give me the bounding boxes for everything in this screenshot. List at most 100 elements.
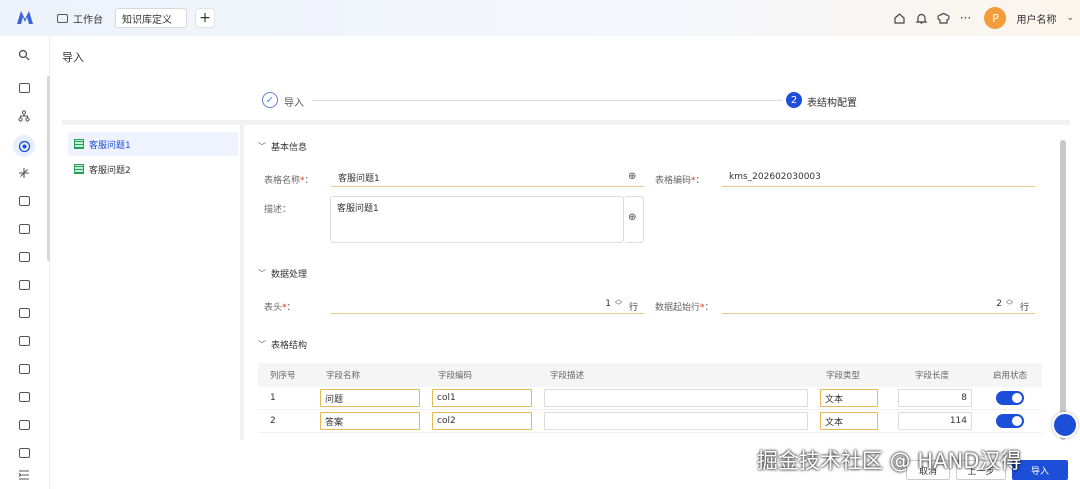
watermark: 掘金技术社区 @ HAND汉得 — [757, 449, 1022, 473]
start-row-label: 数据起始行*： — [655, 303, 714, 313]
chevron-down-icon[interactable]: ⌄ — [1066, 13, 1074, 23]
col-header: 字段名称 — [326, 371, 361, 381]
chevron-down-icon: ﹀ — [258, 269, 266, 278]
field-length-input[interactable]: 114 — [898, 412, 972, 430]
field-length-input[interactable]: 8 — [898, 389, 972, 407]
bell-icon[interactable] — [914, 11, 928, 25]
page-title: 导入 — [62, 51, 84, 64]
step-import-label: 导入 — [284, 98, 304, 109]
start-row-unit: 行 — [1020, 303, 1030, 313]
sheet-item[interactable]: 客服问题2 — [68, 157, 238, 181]
home-icon[interactable] — [892, 11, 906, 25]
row-index: 1 — [270, 393, 276, 403]
stepper-arrows-icon[interactable]: ︿ ﹀ — [1006, 296, 1013, 310]
section-structure-toggle[interactable]: ﹀ 表格结构 — [258, 338, 307, 351]
message-icon[interactable] — [17, 390, 31, 404]
header-row-unit: 行 — [629, 303, 639, 313]
desc-value: 客服问题1 — [337, 204, 379, 214]
chevron-down-icon: ﹀ — [258, 142, 266, 151]
table-row: 1 问题 col1 文本 8 — [258, 387, 1042, 410]
field-name-input[interactable]: 答案 — [320, 412, 420, 430]
assistant-float-button[interactable] — [1052, 412, 1078, 438]
header-row-label: 表头*： — [264, 303, 296, 313]
enabled-toggle[interactable] — [996, 414, 1024, 428]
table-code-field[interactable]: kms_202602030003 — [722, 168, 1035, 187]
collapse-menu-icon[interactable] — [17, 468, 31, 482]
col-header: 字段描述 — [550, 371, 585, 381]
search-icon[interactable] — [17, 48, 31, 62]
globe-icon[interactable]: ⊕ — [628, 212, 636, 223]
image-icon[interactable] — [17, 446, 31, 460]
monitor-icon — [57, 13, 68, 23]
knowledge-icon[interactable] — [17, 139, 31, 153]
tab-workbench[interactable]: 工作台 — [57, 11, 103, 26]
section-processing-toggle[interactable]: ﹀ 数据处理 — [258, 267, 307, 280]
top-bar: 工作台 知识库定义 + ··· P 用户名称 ⌄ — [0, 0, 1080, 36]
col-header: 字段类型 — [826, 371, 861, 381]
col-header: 字段长度 — [914, 371, 949, 381]
step-structure-label: 表结构配置 — [807, 98, 857, 109]
desc-textarea[interactable]: 客服问题1 — [330, 196, 624, 243]
col-header: 字段编码 — [438, 371, 473, 381]
spreadsheet-icon — [74, 139, 84, 149]
spreadsheet-icon — [74, 164, 84, 174]
header-row-stepper[interactable]: 1 — [331, 295, 644, 314]
table-name-value: 客服问题1 — [338, 173, 380, 184]
start-row-stepper[interactable]: 2 — [722, 295, 1035, 314]
section-processing-title: 数据处理 — [271, 270, 308, 280]
chart-icon[interactable] — [17, 194, 31, 208]
section-basic-title: 基本信息 — [271, 143, 308, 153]
mail-icon[interactable] — [17, 250, 31, 264]
step-connector — [312, 100, 782, 101]
report-icon[interactable] — [17, 222, 31, 236]
enabled-toggle[interactable] — [996, 391, 1024, 405]
desc-label: 描述： — [264, 205, 292, 215]
more-icon[interactable]: ··· — [958, 11, 972, 25]
fan-icon[interactable] — [17, 166, 31, 180]
sheet-item[interactable]: 客服问题1 — [68, 132, 238, 156]
tab-workbench-label: 工作台 — [73, 14, 103, 26]
field-desc-input[interactable] — [544, 412, 808, 430]
document-icon[interactable] — [17, 418, 31, 432]
tab-knowledge-base-label: 知识库定义 — [122, 14, 172, 26]
table-name-field[interactable]: 客服问题1 — [331, 168, 644, 187]
table-code-value: kms_202602030003 — [729, 172, 821, 182]
col-header: 启用状态 — [992, 371, 1027, 381]
start-row-value: 2 — [996, 299, 1002, 309]
add-tab-button[interactable]: + — [195, 8, 215, 28]
check-icon: ✓ — [262, 92, 278, 108]
org-tree-icon[interactable] — [17, 109, 31, 123]
layers-icon[interactable] — [17, 306, 31, 320]
stepper-arrows-icon[interactable]: ︿ ﹀ — [615, 296, 622, 310]
table-row: 2 答案 col2 文本 114 — [258, 410, 1042, 433]
section-structure-title: 表格结构 — [271, 341, 308, 351]
app-logo-icon[interactable] — [15, 8, 35, 28]
header-row-value: 1 — [605, 299, 611, 309]
user-name[interactable]: 用户名称 — [1016, 11, 1056, 26]
field-desc-input[interactable] — [544, 389, 808, 407]
sidebar — [0, 36, 50, 489]
col-header: 列序号 — [270, 371, 296, 381]
field-type-select[interactable]: 文本 — [820, 389, 878, 407]
sheet-item-label: 客服问题1 — [89, 140, 131, 151]
camera-icon[interactable] — [17, 334, 31, 348]
chef-hat-icon[interactable] — [936, 11, 950, 25]
settings-card-icon[interactable] — [17, 362, 31, 376]
top-bar-actions: ··· P 用户名称 ⌄ — [892, 0, 1074, 36]
section-basic-toggle[interactable]: ﹀ 基本信息 — [258, 140, 307, 153]
field-code-input[interactable]: col1 — [432, 389, 532, 407]
avatar[interactable]: P — [984, 7, 1007, 29]
field-table: 列序号 字段名称 字段编码 字段描述 字段类型 字段长度 启用状态 1 问题 c… — [258, 363, 1042, 433]
row-index: 2 — [270, 416, 276, 426]
table-name-label: 表格名称*： — [264, 176, 314, 186]
chevron-down-icon: ﹀ — [258, 340, 266, 349]
field-code-input[interactable]: col2 — [432, 412, 532, 430]
globe-icon[interactable]: ⊕ — [628, 171, 636, 182]
sidebar-scrollbar[interactable] — [47, 76, 50, 261]
field-type-select[interactable]: 文本 — [820, 412, 878, 430]
main-scrollbar[interactable] — [1060, 140, 1066, 440]
field-name-input[interactable]: 问题 — [320, 389, 420, 407]
dashboard-icon[interactable] — [17, 81, 31, 95]
tab-knowledge-base[interactable]: 知识库定义 — [115, 8, 187, 28]
keyboard-icon[interactable] — [17, 278, 31, 292]
